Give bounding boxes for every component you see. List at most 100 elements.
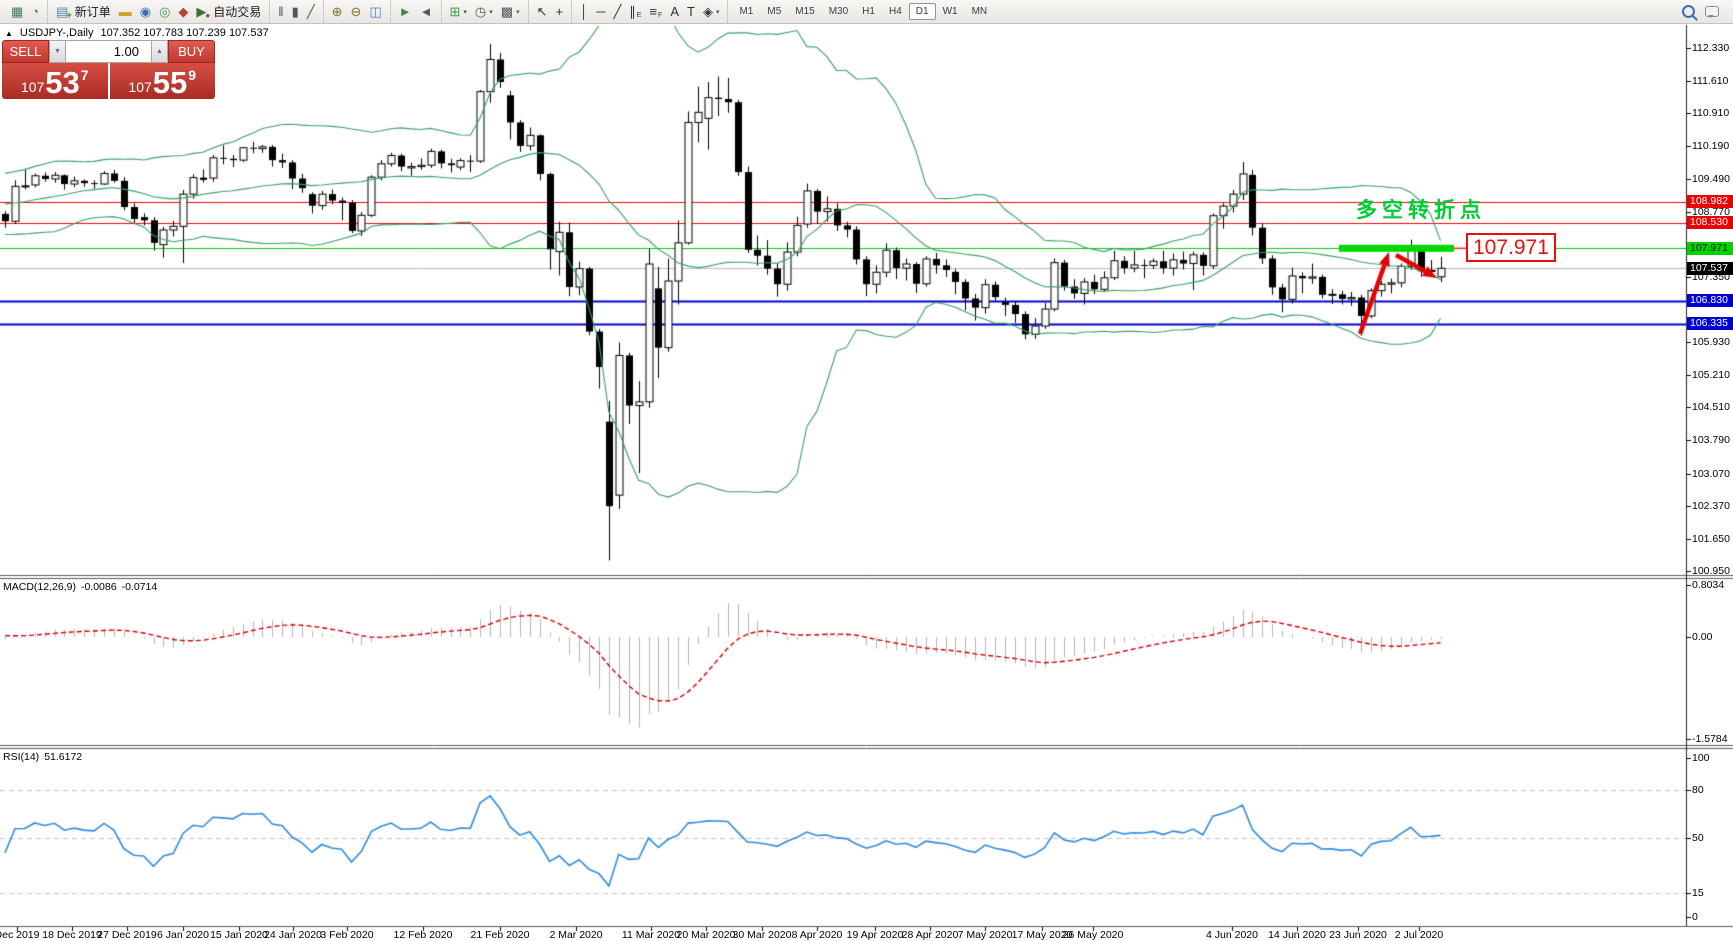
shapes-icon: ◈: [703, 4, 713, 20]
text-label-button[interactable]: T: [683, 2, 699, 21]
text-icon: A: [670, 4, 679, 20]
timeframe-d1-button[interactable]: D1: [909, 3, 936, 20]
rsi-indicator-label: RSI(14) 51.6172: [3, 751, 82, 763]
vertical-line-button[interactable]: │: [576, 2, 592, 21]
volume-input[interactable]: [66, 40, 151, 63]
market-button[interactable]: ◆: [174, 2, 192, 21]
crosshair-button[interactable]: +: [552, 2, 568, 21]
date-axis-label: 11 Mar 2020: [622, 929, 680, 941]
chat-icon[interactable]: [1705, 6, 1719, 17]
macd-indicator-label: MACD(12,26,9) -0.0086 -0.0714: [3, 581, 157, 593]
status-dot-icon: ●: [205, 11, 210, 20]
auto-scroll-button[interactable]: ►: [395, 2, 416, 21]
signals-button[interactable]: ◎: [155, 2, 174, 21]
price-line-badge: 108.530: [1687, 216, 1733, 229]
toolbar-group-insert: ⊞▾◷▾▩▾: [441, 0, 528, 23]
tile-windows-button[interactable]: ◫: [365, 2, 385, 21]
new-chart-icon: ▦: [11, 4, 23, 20]
new-chart-button[interactable]: ▦: [7, 2, 27, 21]
price-line-badge: 106.830: [1687, 294, 1733, 307]
channel-button[interactable]: ∥E: [625, 2, 645, 21]
gold-button[interactable]: ▬: [115, 2, 136, 21]
bar-chart-icon: ‖: [278, 4, 283, 20]
chart-shift-button[interactable]: ◄: [416, 2, 437, 21]
timeframe-m5-button[interactable]: M5: [760, 3, 788, 20]
timeframe-m30-button[interactable]: M30: [822, 3, 855, 20]
date-axis-label: 12 Feb 2020: [394, 929, 453, 941]
date-axis-label: 28 Apr 2020: [902, 929, 959, 941]
text-button[interactable]: A: [666, 2, 683, 21]
autotrading-button[interactable]: ▶●自动交易: [192, 2, 265, 21]
buy-price-prefix: 107: [128, 79, 151, 95]
buy-price-display[interactable]: 107 55 9: [110, 63, 216, 99]
indicators-icon: ⊞: [450, 4, 461, 20]
text-label-icon: T: [687, 4, 695, 20]
sell-price-display[interactable]: 107 53 7: [2, 63, 108, 99]
price-axis-label: 102.370: [1692, 500, 1730, 512]
rsi-value: 51.6172: [44, 751, 82, 763]
new-order-button-label: 新订单: [75, 4, 111, 20]
rsi-axis-label: 50: [1692, 832, 1704, 844]
periods-button[interactable]: ◷▾: [471, 2, 497, 21]
date-axis-label: 19 Apr 2020: [847, 929, 904, 941]
date-axis-label: 21 Feb 2020: [471, 929, 530, 941]
date-axis-label: 3 Feb 2020: [320, 929, 373, 941]
date-axis-label: 24 Jan 2020: [264, 929, 322, 941]
sell-price-big: 53: [45, 67, 79, 98]
candle-chart-button[interactable]: ▮: [288, 2, 303, 21]
rsi-axis-label: 15: [1692, 887, 1704, 899]
timeframe-h4-button[interactable]: H4: [882, 3, 909, 20]
trendline-button[interactable]: ╱: [609, 2, 625, 21]
shapes-button[interactable]: ◈▾: [699, 2, 724, 21]
toolbar-group-scroll: ►◄: [390, 0, 441, 23]
dropdown-arrow-icon: ▾: [516, 6, 520, 20]
community-button[interactable]: ◉: [136, 2, 155, 21]
fibonacci-icon: ≡: [649, 4, 657, 20]
plus-badge-icon: +: [66, 10, 71, 20]
timeframe-mn-button[interactable]: MN: [965, 3, 995, 20]
templates-button[interactable]: ▩▾: [497, 2, 524, 21]
volume-up-button[interactable]: ▲: [151, 40, 168, 63]
trendline-icon: ╱: [613, 4, 621, 20]
buy-button[interactable]: BUY: [168, 40, 215, 63]
dropdown-arrow-icon: ▾: [716, 6, 720, 20]
timeframe-m1-button[interactable]: M1: [732, 3, 760, 20]
dropdown-arrow-icon: ▾: [463, 6, 467, 20]
zoom-out-button[interactable]: ⊖: [347, 2, 366, 21]
indicators-button[interactable]: ⊞▾: [446, 2, 471, 21]
volume-down-button[interactable]: ▼: [49, 40, 66, 63]
timeframe-m15-button[interactable]: M15: [788, 3, 821, 20]
search-icon[interactable]: [1682, 5, 1695, 18]
toolbar-group-objects: │─╱∥E≡FAT◈▾: [571, 0, 727, 23]
timeframe-h1-button[interactable]: H1: [855, 3, 882, 20]
bar-chart-button[interactable]: ‖: [274, 2, 287, 21]
toolbar-group-trade: ▤+新订单▬◉◎◆▶●自动交易: [47, 0, 269, 23]
timeframe-w1-button[interactable]: W1: [936, 3, 965, 20]
toolbar-group-zoom: ⊕⊖◫: [323, 0, 390, 23]
price-line-badge: 106.335: [1687, 317, 1733, 330]
line-chart-button[interactable]: ╱: [303, 2, 319, 21]
gold-icon: ▬: [119, 4, 132, 20]
macd-axis-label: 0.8034: [1692, 579, 1724, 591]
price-axis-label: 112.330: [1692, 42, 1729, 54]
toolbar-group-chart-type: ‖ ▮╱: [269, 0, 322, 23]
new-order-button[interactable]: ▤+新订单: [52, 2, 115, 21]
date-axis-label: 30 Mar 2020: [733, 929, 792, 941]
price-axis-label: 110.190: [1692, 140, 1729, 152]
macd-name: MACD(12,26,9): [3, 581, 76, 593]
macd-main-value: -0.0086: [81, 581, 117, 593]
horizontal-line-button[interactable]: ─: [592, 2, 609, 21]
fibonacci-button[interactable]: ≡F: [645, 2, 666, 21]
templates-icon: ▩: [501, 4, 513, 20]
toolbar-group-windows: ▦◔: [3, 0, 47, 23]
buy-price-pip: 9: [188, 67, 196, 83]
chart-canvas[interactable]: [0, 0, 1733, 941]
cursor-button[interactable]: ↖: [533, 2, 552, 21]
date-axis-label: 7 May 2020: [958, 929, 1013, 941]
zoom-in-button[interactable]: ⊕: [328, 2, 347, 21]
periods-icon: ◷: [475, 4, 486, 20]
cursor-icon: ↖: [537, 4, 548, 20]
sell-price-pip: 7: [81, 67, 89, 83]
sell-button[interactable]: SELL: [2, 40, 49, 63]
profiles-button[interactable]: ◔: [27, 2, 43, 21]
